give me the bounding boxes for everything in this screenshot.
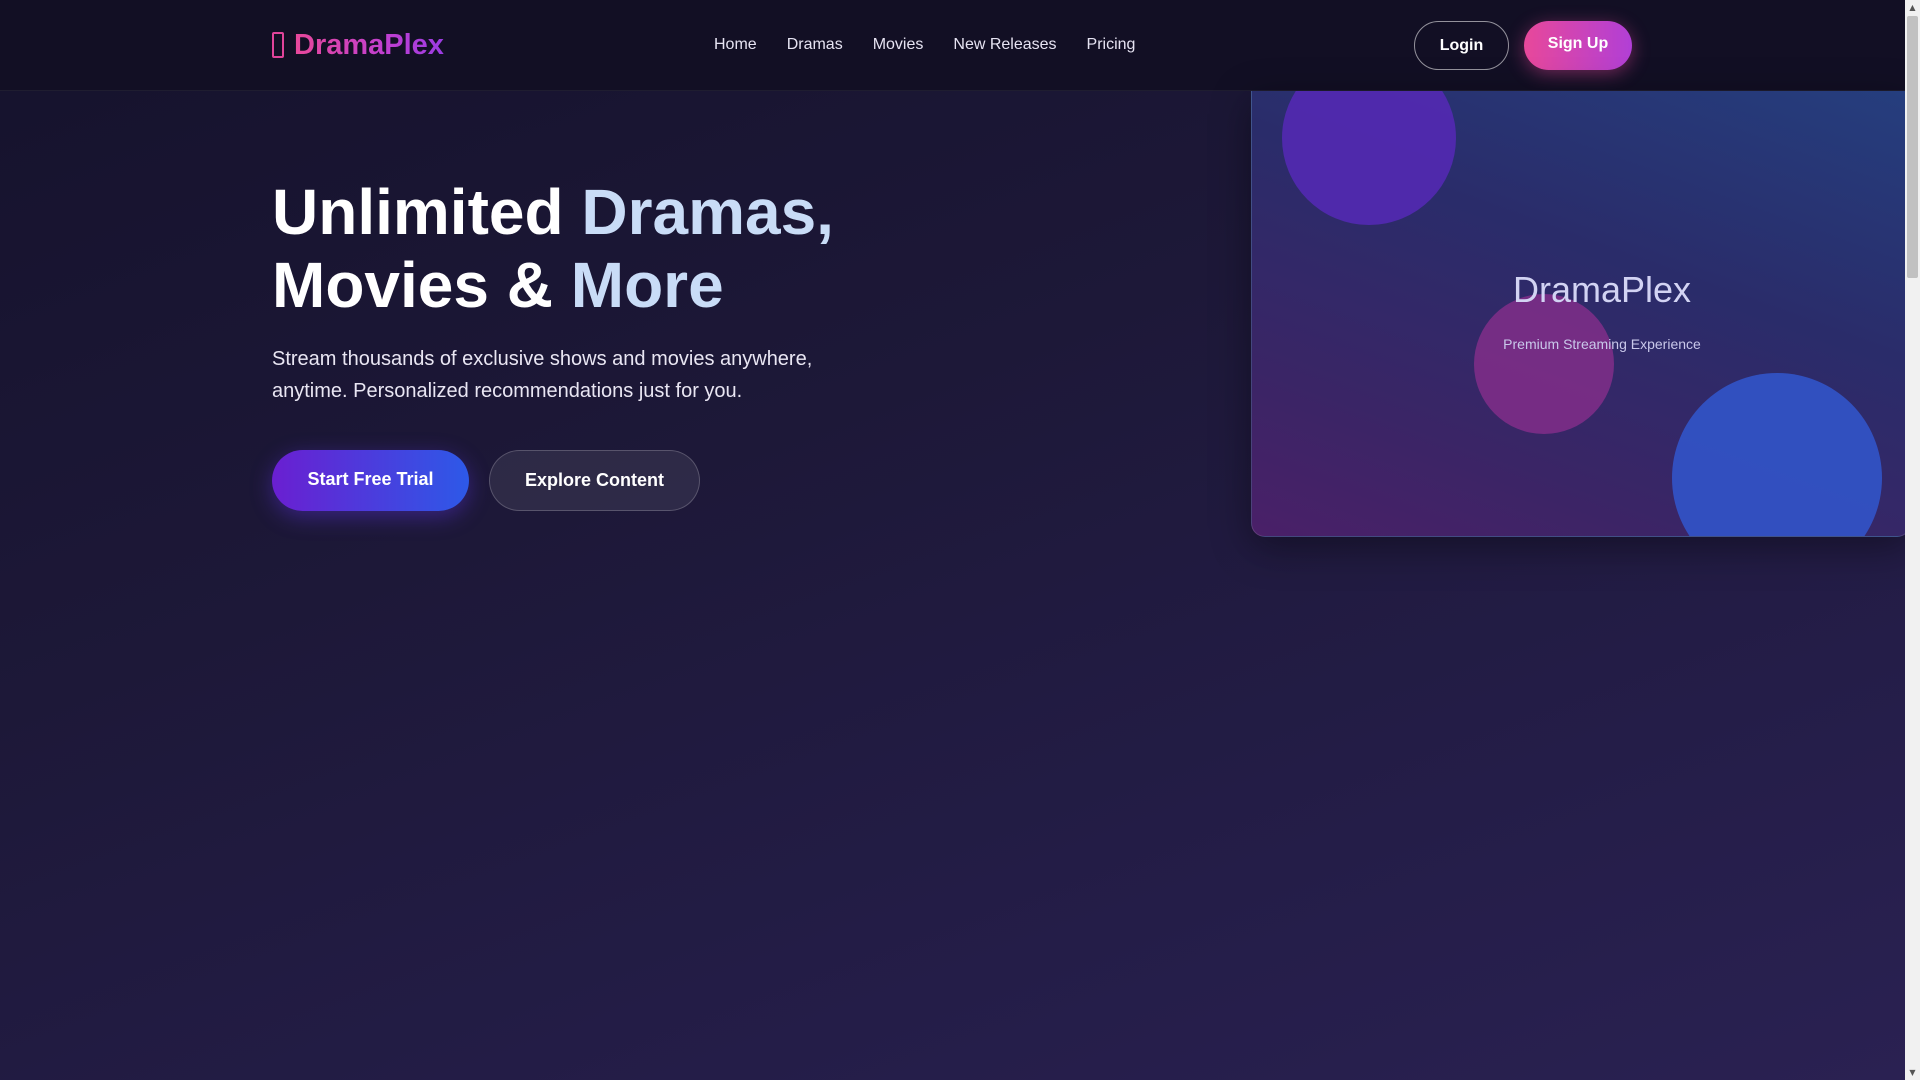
- showcase-title: DramaPlex: [1512, 269, 1692, 310]
- hero-subtitle: Stream thousands of exclusive shows and …: [272, 348, 813, 402]
- hero-title-part1: Unlimited: [272, 176, 582, 248]
- top-navigation-bar: DramaPlex Home Dramas Movies New Release…: [0, 0, 1905, 91]
- login-button[interactable]: Login: [1414, 21, 1509, 70]
- hero-title-part2: Movies &: [272, 249, 571, 321]
- decorative-circle: [1672, 373, 1882, 536]
- decorative-circle: [1282, 91, 1456, 225]
- hero-title: Unlimited Dramas, Movies & More: [272, 176, 972, 322]
- nav-item-new-releases[interactable]: New Releases: [953, 35, 1056, 55]
- nav-item-pricing[interactable]: Pricing: [1087, 35, 1136, 55]
- decorative-circle: [1474, 294, 1614, 434]
- scroll-up-arrow-icon[interactable]: ▲: [1905, 0, 1920, 15]
- signup-button[interactable]: Sign Up: [1524, 21, 1632, 70]
- brand-logo[interactable]: DramaPlex: [272, 27, 444, 63]
- main-nav: Home Dramas Movies New Releases Pricing: [714, 35, 1135, 55]
- scrollbar-thumb[interactable]: [1907, 16, 1918, 278]
- scroll-down-arrow-icon[interactable]: ▼: [1905, 1065, 1920, 1080]
- start-free-trial-button[interactable]: Start Free Trial: [272, 450, 469, 511]
- brand-name: DramaPlex: [294, 28, 444, 61]
- hero-title-highlight1: Dramas,: [581, 176, 834, 248]
- explore-content-button[interactable]: Explore Content: [489, 450, 700, 511]
- nav-item-dramas[interactable]: Dramas: [787, 35, 843, 55]
- showcase-card: DramaPlex Premium Streaming Experience: [1251, 91, 1911, 537]
- nav-item-movies[interactable]: Movies: [873, 35, 924, 55]
- page-scrollbar[interactable]: ▲ ▼: [1905, 0, 1920, 1080]
- nav-item-home[interactable]: Home: [714, 35, 757, 55]
- showcase-subtitle: Premium Streaming Experience: [1503, 336, 1701, 352]
- ticket-icon: [272, 32, 284, 58]
- hero-title-highlight2: More: [570, 249, 724, 321]
